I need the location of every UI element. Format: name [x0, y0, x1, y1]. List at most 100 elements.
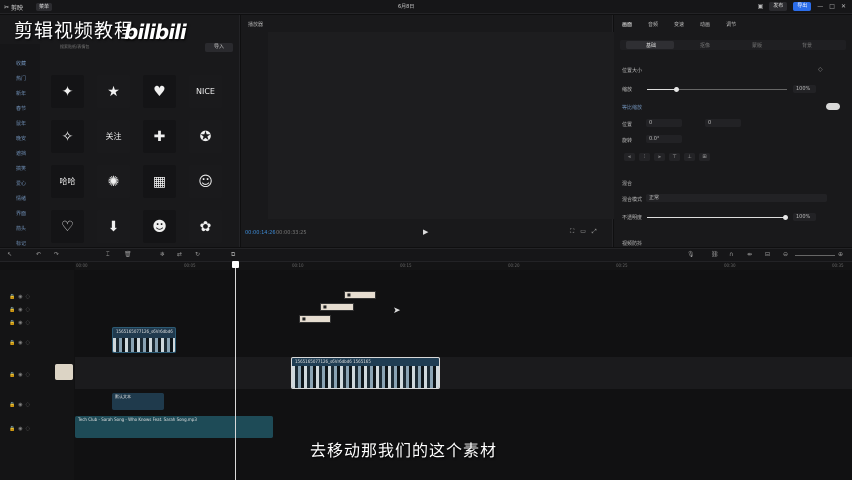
sticker-category-item[interactable]: 箭头	[16, 225, 26, 232]
text-clip[interactable]: 默认文本	[112, 393, 164, 410]
sticker-thumbnail[interactable]: ☺	[189, 165, 222, 198]
play-icon[interactable]: ▶	[423, 228, 428, 236]
eye-icon[interactable]: ◉	[18, 294, 22, 300]
zoom-in-icon[interactable]: ⊕	[838, 251, 843, 258]
align-button[interactable]: ⫷	[624, 153, 635, 161]
inspector-subtab[interactable]: 基础	[646, 42, 656, 49]
playhead[interactable]	[235, 262, 236, 480]
sticker-thumbnail[interactable]: ✚	[143, 120, 176, 153]
eye-icon[interactable]: ◉	[18, 426, 22, 432]
split-icon[interactable]: ⌶	[106, 251, 110, 259]
lock-icon[interactable]: 🔒	[9, 320, 15, 326]
main-video-clip[interactable]: 1565165077126_s6Vr6dbd6 1565165	[291, 357, 440, 389]
position-x-field[interactable]: 0	[646, 119, 682, 127]
position-y-field[interactable]: 0	[705, 119, 741, 127]
sticker-thumbnail[interactable]: ✪	[189, 120, 222, 153]
preview-axis-icon[interactable]: ⇹	[747, 251, 752, 258]
audio-icon[interactable]: ◌	[26, 426, 30, 432]
blend-mode-select[interactable]: 正常	[646, 194, 827, 202]
sticker-thumbnail[interactable]: ✿	[189, 210, 222, 243]
audio-clip[interactable]: Tech Club - Sarah Song - Who Knows Feat.…	[75, 416, 273, 438]
sticker-category-item[interactable]: 新年	[16, 90, 26, 97]
lock-icon[interactable]: 🔒	[9, 294, 15, 300]
snap-icon[interactable]: ⊟	[765, 251, 770, 258]
export-button[interactable]: 导出	[793, 2, 812, 11]
inspector-tab[interactable]: 画面	[622, 21, 632, 28]
sticker-thumbnail[interactable]: 哈哈	[51, 165, 84, 198]
scale-value[interactable]: 100%	[793, 85, 816, 93]
sticker-thumbnail[interactable]: NICE	[189, 75, 222, 108]
undo-icon[interactable]: ↶	[36, 251, 41, 258]
sticker-category-item[interactable]: 收藏	[16, 60, 26, 67]
scale-slider-knob[interactable]	[674, 87, 679, 92]
zoom-out-icon[interactable]: ⊖	[783, 251, 788, 258]
layout-icon[interactable]: ▣	[758, 3, 764, 10]
lock-icon[interactable]: 🔒	[9, 426, 15, 432]
lock-icon[interactable]: 🔒	[9, 402, 15, 408]
sticker-clip[interactable]: ■	[320, 303, 354, 311]
reset-icon[interactable]: ◇	[818, 66, 823, 73]
mic-icon[interactable]: 🎙	[687, 251, 695, 258]
maximize-icon[interactable]: □	[829, 3, 835, 10]
lock-icon[interactable]: 🔒	[9, 372, 15, 378]
rotate-icon[interactable]: ↻	[195, 251, 200, 258]
sticker-thumbnail[interactable]: ✧	[51, 120, 84, 153]
video-clip[interactable]: 1565165077126_s6Vr6dbd6	[112, 327, 176, 353]
sticker-thumbnail[interactable]: ▦	[143, 165, 176, 198]
inspector-subtab[interactable]: 背景	[802, 42, 812, 49]
sticker-category-item[interactable]: 标记	[16, 240, 26, 247]
sticker-thumbnail[interactable]: ☻	[143, 210, 176, 243]
sticker-clip[interactable]: ■	[344, 291, 376, 299]
publish-button[interactable]: 发布	[769, 2, 788, 11]
sticker-thumbnail[interactable]: ✦	[51, 75, 84, 108]
inspector-tab[interactable]: 音频	[648, 21, 658, 28]
align-button[interactable]: ⫶	[639, 153, 650, 161]
close-icon[interactable]: ✕	[841, 3, 846, 10]
eye-icon[interactable]: ◉	[18, 307, 22, 313]
sticker-category-item[interactable]: 搞笑	[16, 165, 26, 172]
aspect-ratio-icon[interactable]: ▭	[580, 228, 586, 236]
reverse-icon[interactable]: ⇄	[177, 251, 182, 258]
opacity-slider[interactable]	[647, 217, 785, 218]
playhead-handle[interactable]	[232, 261, 239, 268]
uniform-scale-toggle[interactable]	[826, 103, 840, 110]
crop-icon[interactable]: ⧉	[231, 251, 235, 259]
sticker-thumbnail[interactable]: ⬇	[97, 210, 130, 243]
minimize-icon[interactable]: —	[817, 3, 823, 10]
zoom-slider[interactable]	[795, 255, 835, 256]
sticker-thumbnail[interactable]: 关注	[97, 120, 130, 153]
align-button[interactable]: ⊤	[669, 153, 680, 161]
fullscreen-icon[interactable]: ⤢	[592, 228, 597, 236]
sticker-clip[interactable]: ■	[299, 315, 331, 323]
audio-icon[interactable]: ◌	[26, 372, 30, 378]
inspector-tab[interactable]: 调节	[726, 21, 736, 28]
sticker-thumbnail[interactable]: ★	[97, 75, 130, 108]
inspector-tab[interactable]: 变速	[674, 21, 684, 28]
eye-icon[interactable]: ◉	[18, 372, 22, 378]
cover-thumbnail[interactable]	[55, 364, 73, 380]
sticker-category-item[interactable]: 春节	[16, 105, 26, 112]
main-video-track[interactable]	[75, 357, 852, 389]
freeze-icon[interactable]: ❄	[160, 251, 165, 258]
inspector-subtab[interactable]: 蒙版	[752, 42, 762, 49]
sticker-category-item[interactable]: 晚安	[16, 135, 26, 142]
audio-icon[interactable]: ◌	[26, 340, 30, 346]
eye-icon[interactable]: ◉	[18, 320, 22, 326]
lock-icon[interactable]: 🔒	[9, 340, 15, 346]
lock-icon[interactable]: 🔒	[9, 307, 15, 313]
align-button[interactable]: ⫸	[654, 153, 665, 161]
sticker-category-item[interactable]: 爱心	[16, 180, 26, 187]
inspector-tab[interactable]: 动画	[700, 21, 710, 28]
sticker-category-item[interactable]: 鼠年	[16, 120, 26, 127]
eye-icon[interactable]: ◉	[18, 402, 22, 408]
delete-icon[interactable]: 🗑	[124, 251, 132, 258]
align-button[interactable]: ⊥	[684, 153, 695, 161]
align-button[interactable]: ⊞	[699, 153, 710, 161]
sticker-category-item[interactable]: 热门	[16, 75, 26, 82]
select-tool-icon[interactable]: ↖	[7, 251, 12, 258]
sticker-thumbnail[interactable]: ✺	[97, 165, 130, 198]
sticker-category-item[interactable]: 界面	[16, 210, 26, 217]
opacity-slider-knob[interactable]	[783, 215, 788, 220]
menu-button[interactable]: 菜单	[36, 3, 53, 11]
scale-slider[interactable]	[677, 89, 787, 90]
